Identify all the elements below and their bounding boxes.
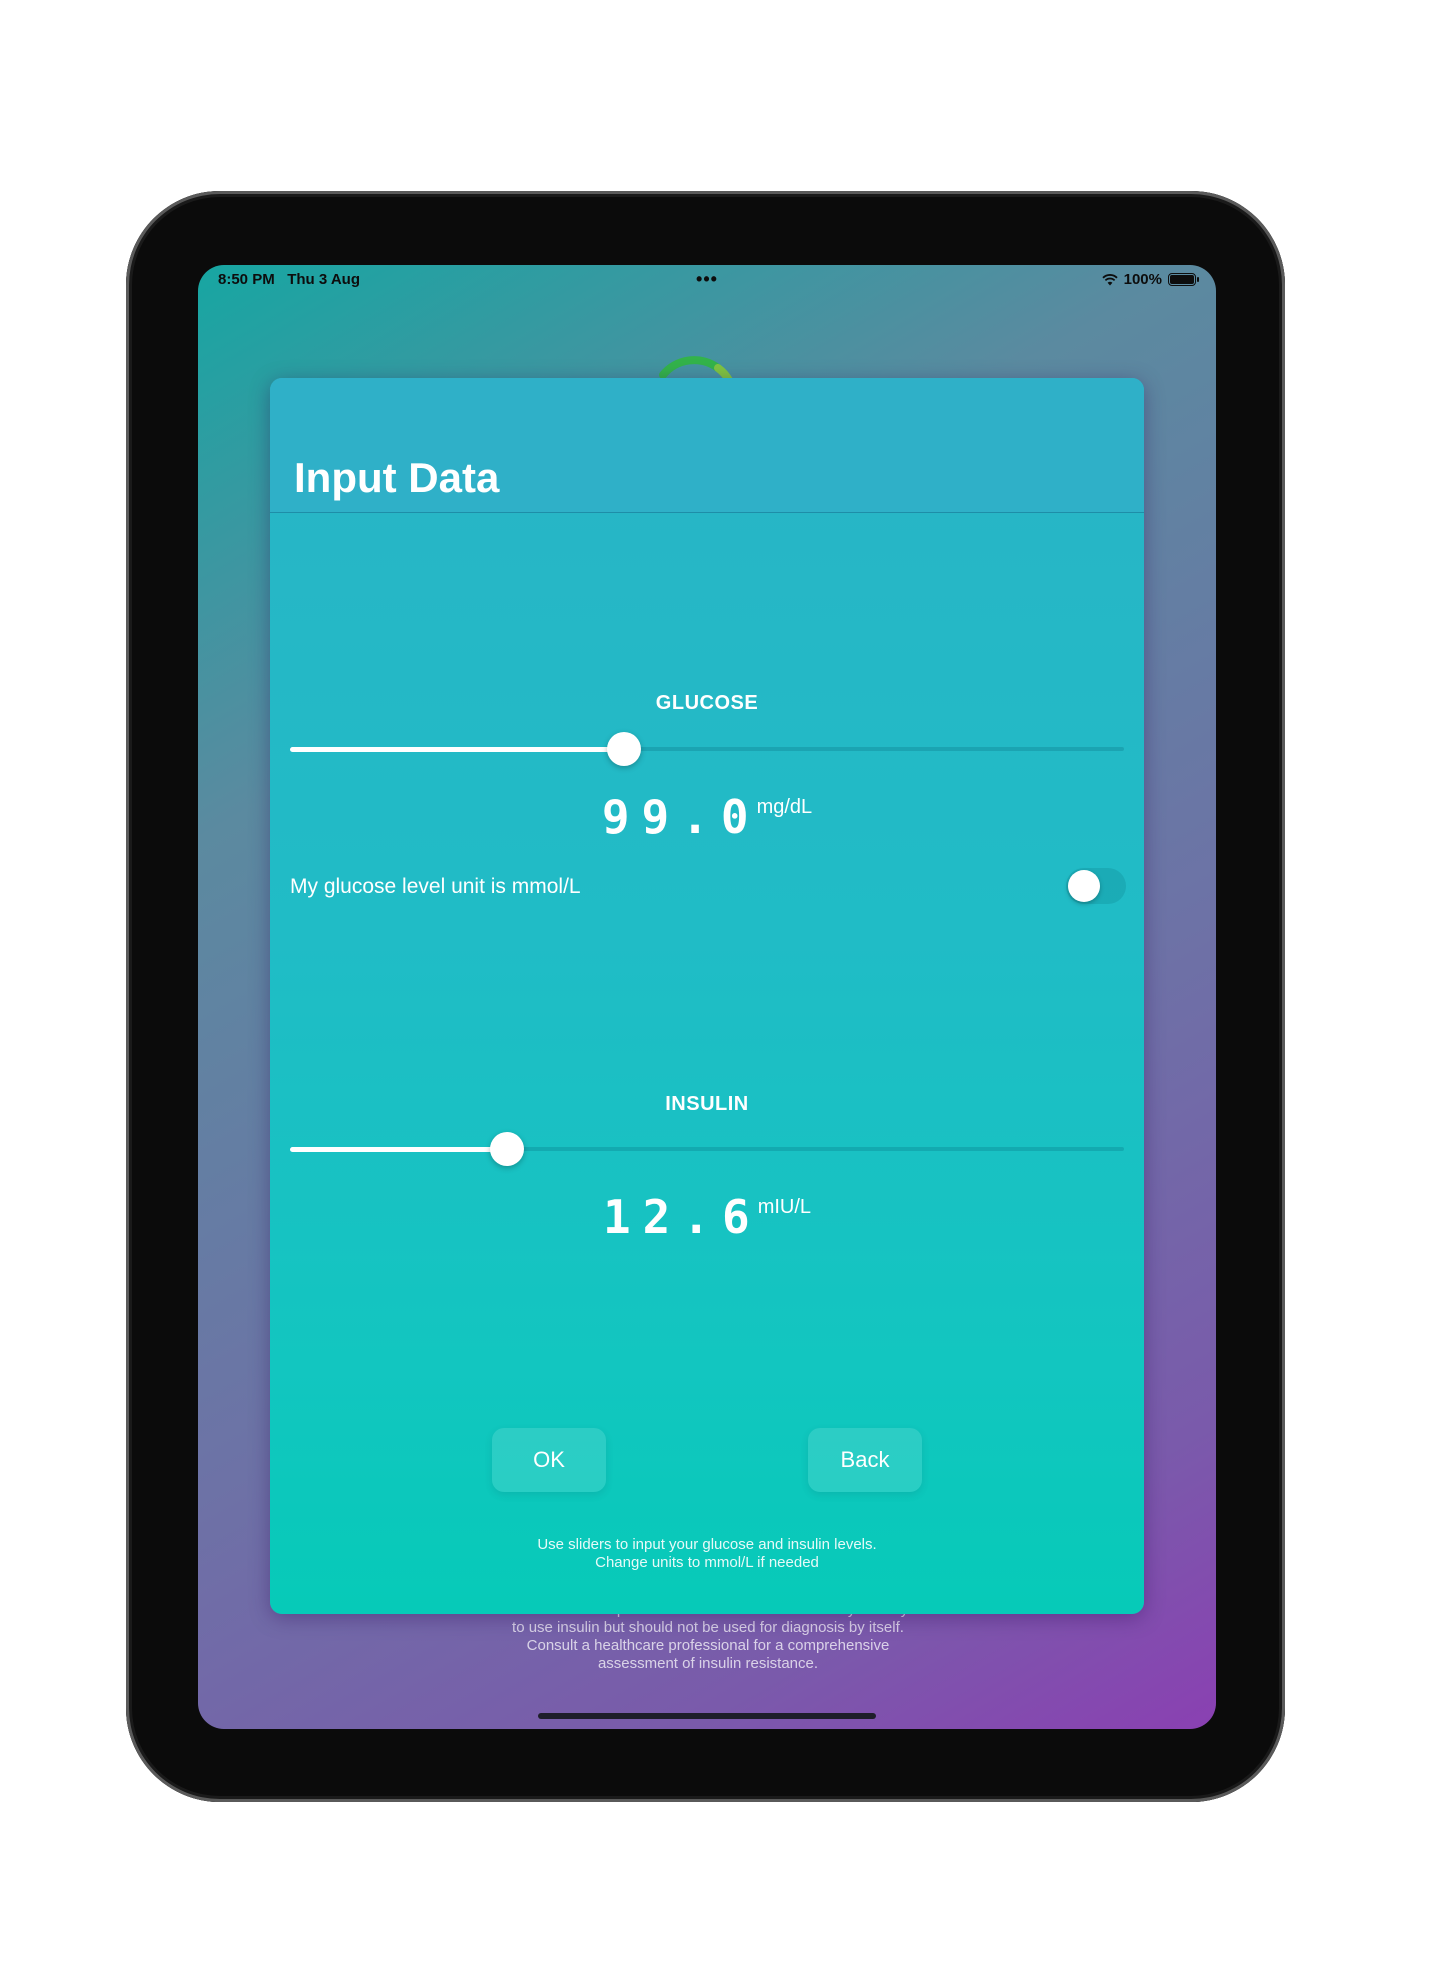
unit-toggle-switch[interactable] — [1066, 868, 1126, 904]
insulin-value: 12.6mIU/L — [270, 1190, 1144, 1244]
ok-button[interactable]: OK — [492, 1428, 606, 1492]
battery-percent: 100% — [1123, 271, 1162, 288]
home-indicator[interactable] — [538, 1713, 876, 1719]
hint-text: Use sliders to input your glucose and in… — [537, 1536, 877, 1571]
status-time: 8:50 PM Thu 3 Aug — [218, 271, 360, 288]
insulin-slider[interactable] — [290, 1131, 1124, 1167]
insulin-unit: mIU/L — [757, 1196, 812, 1218]
page-title: Input Data — [294, 454, 500, 501]
back-button[interactable]: Back — [808, 1428, 922, 1492]
status-date: Thu 3 Aug — [287, 271, 360, 288]
status-bar: 8:50 PM Thu 3 Aug ••• 100% — [198, 265, 1216, 297]
toggle-knob — [1068, 870, 1100, 902]
input-data-sheet: Input Data GLUCOSE 99.0mg/dL My glucose … — [270, 378, 1144, 1614]
glucose-unit: mg/dL — [756, 796, 813, 818]
insulin-label: INSULIN — [665, 1093, 749, 1115]
glucose-label: GLUCOSE — [655, 692, 759, 714]
glucose-number: 99.0 — [601, 790, 761, 844]
glucose-slider[interactable] — [290, 731, 1124, 767]
sheet-header: Input Data — [270, 378, 1144, 513]
glucose-value: 99.0mg/dL — [270, 790, 1144, 844]
multitask-dots-icon[interactable]: ••• — [696, 269, 718, 290]
insulin-number: 12.6 — [602, 1190, 762, 1244]
slider-thumb[interactable] — [606, 732, 641, 766]
wifi-icon — [1101, 274, 1118, 286]
unit-toggle-label: My glucose level unit is mmol/L — [290, 875, 581, 898]
slider-fill — [290, 747, 624, 752]
slider-thumb[interactable] — [489, 1132, 524, 1166]
slider-fill — [290, 1147, 507, 1152]
battery-icon — [1168, 273, 1199, 286]
